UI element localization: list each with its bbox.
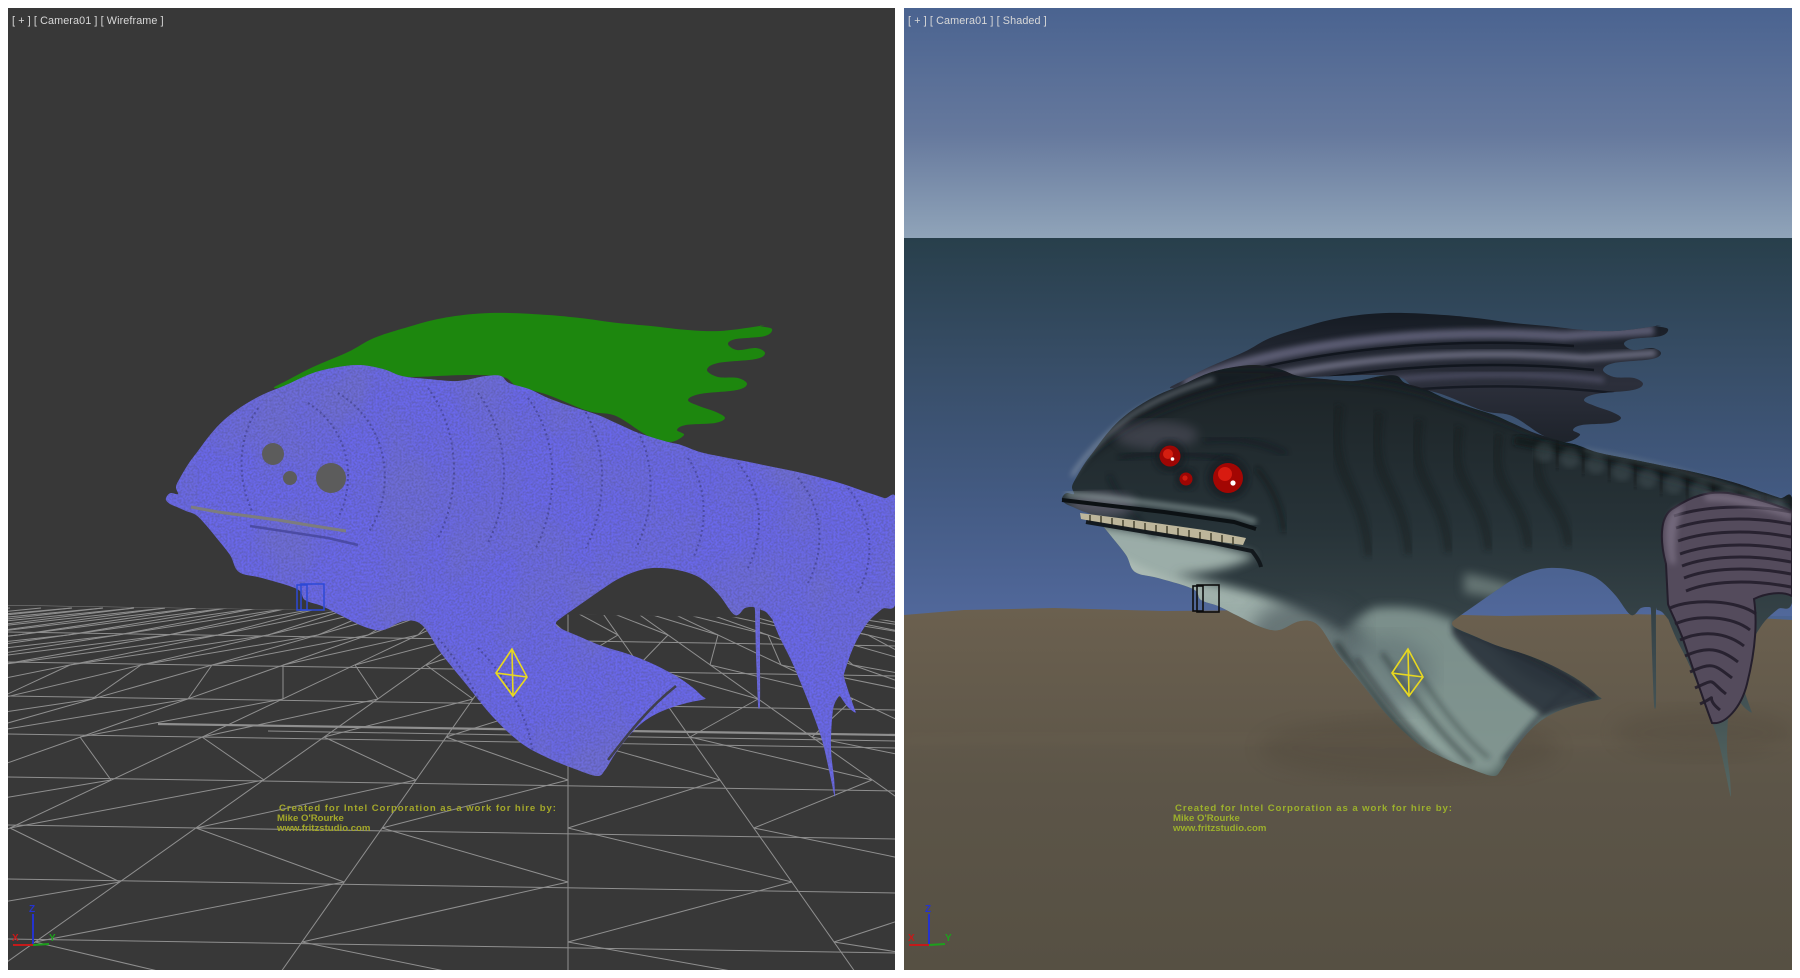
svg-text:Y: Y — [49, 933, 56, 944]
svg-text:www.fritzstudio.com: www.fritzstudio.com — [1172, 823, 1266, 834]
svg-text:[ + ] [ Camera01 ] [ Shaded ]: [ + ] [ Camera01 ] [ Shaded ] — [908, 15, 1047, 27]
svg-text:Z: Z — [925, 904, 931, 915]
svg-text:[ + ] [ Camera01 ] [ Wireframe: [ + ] [ Camera01 ] [ Wireframe ] — [12, 15, 164, 27]
svg-text:Y: Y — [945, 933, 952, 944]
svg-text:www.fritzstudio.com: www.fritzstudio.com — [276, 823, 370, 834]
svg-text:X: X — [908, 933, 915, 944]
svg-text:Z: Z — [29, 904, 35, 915]
svg-text:X: X — [12, 933, 19, 944]
